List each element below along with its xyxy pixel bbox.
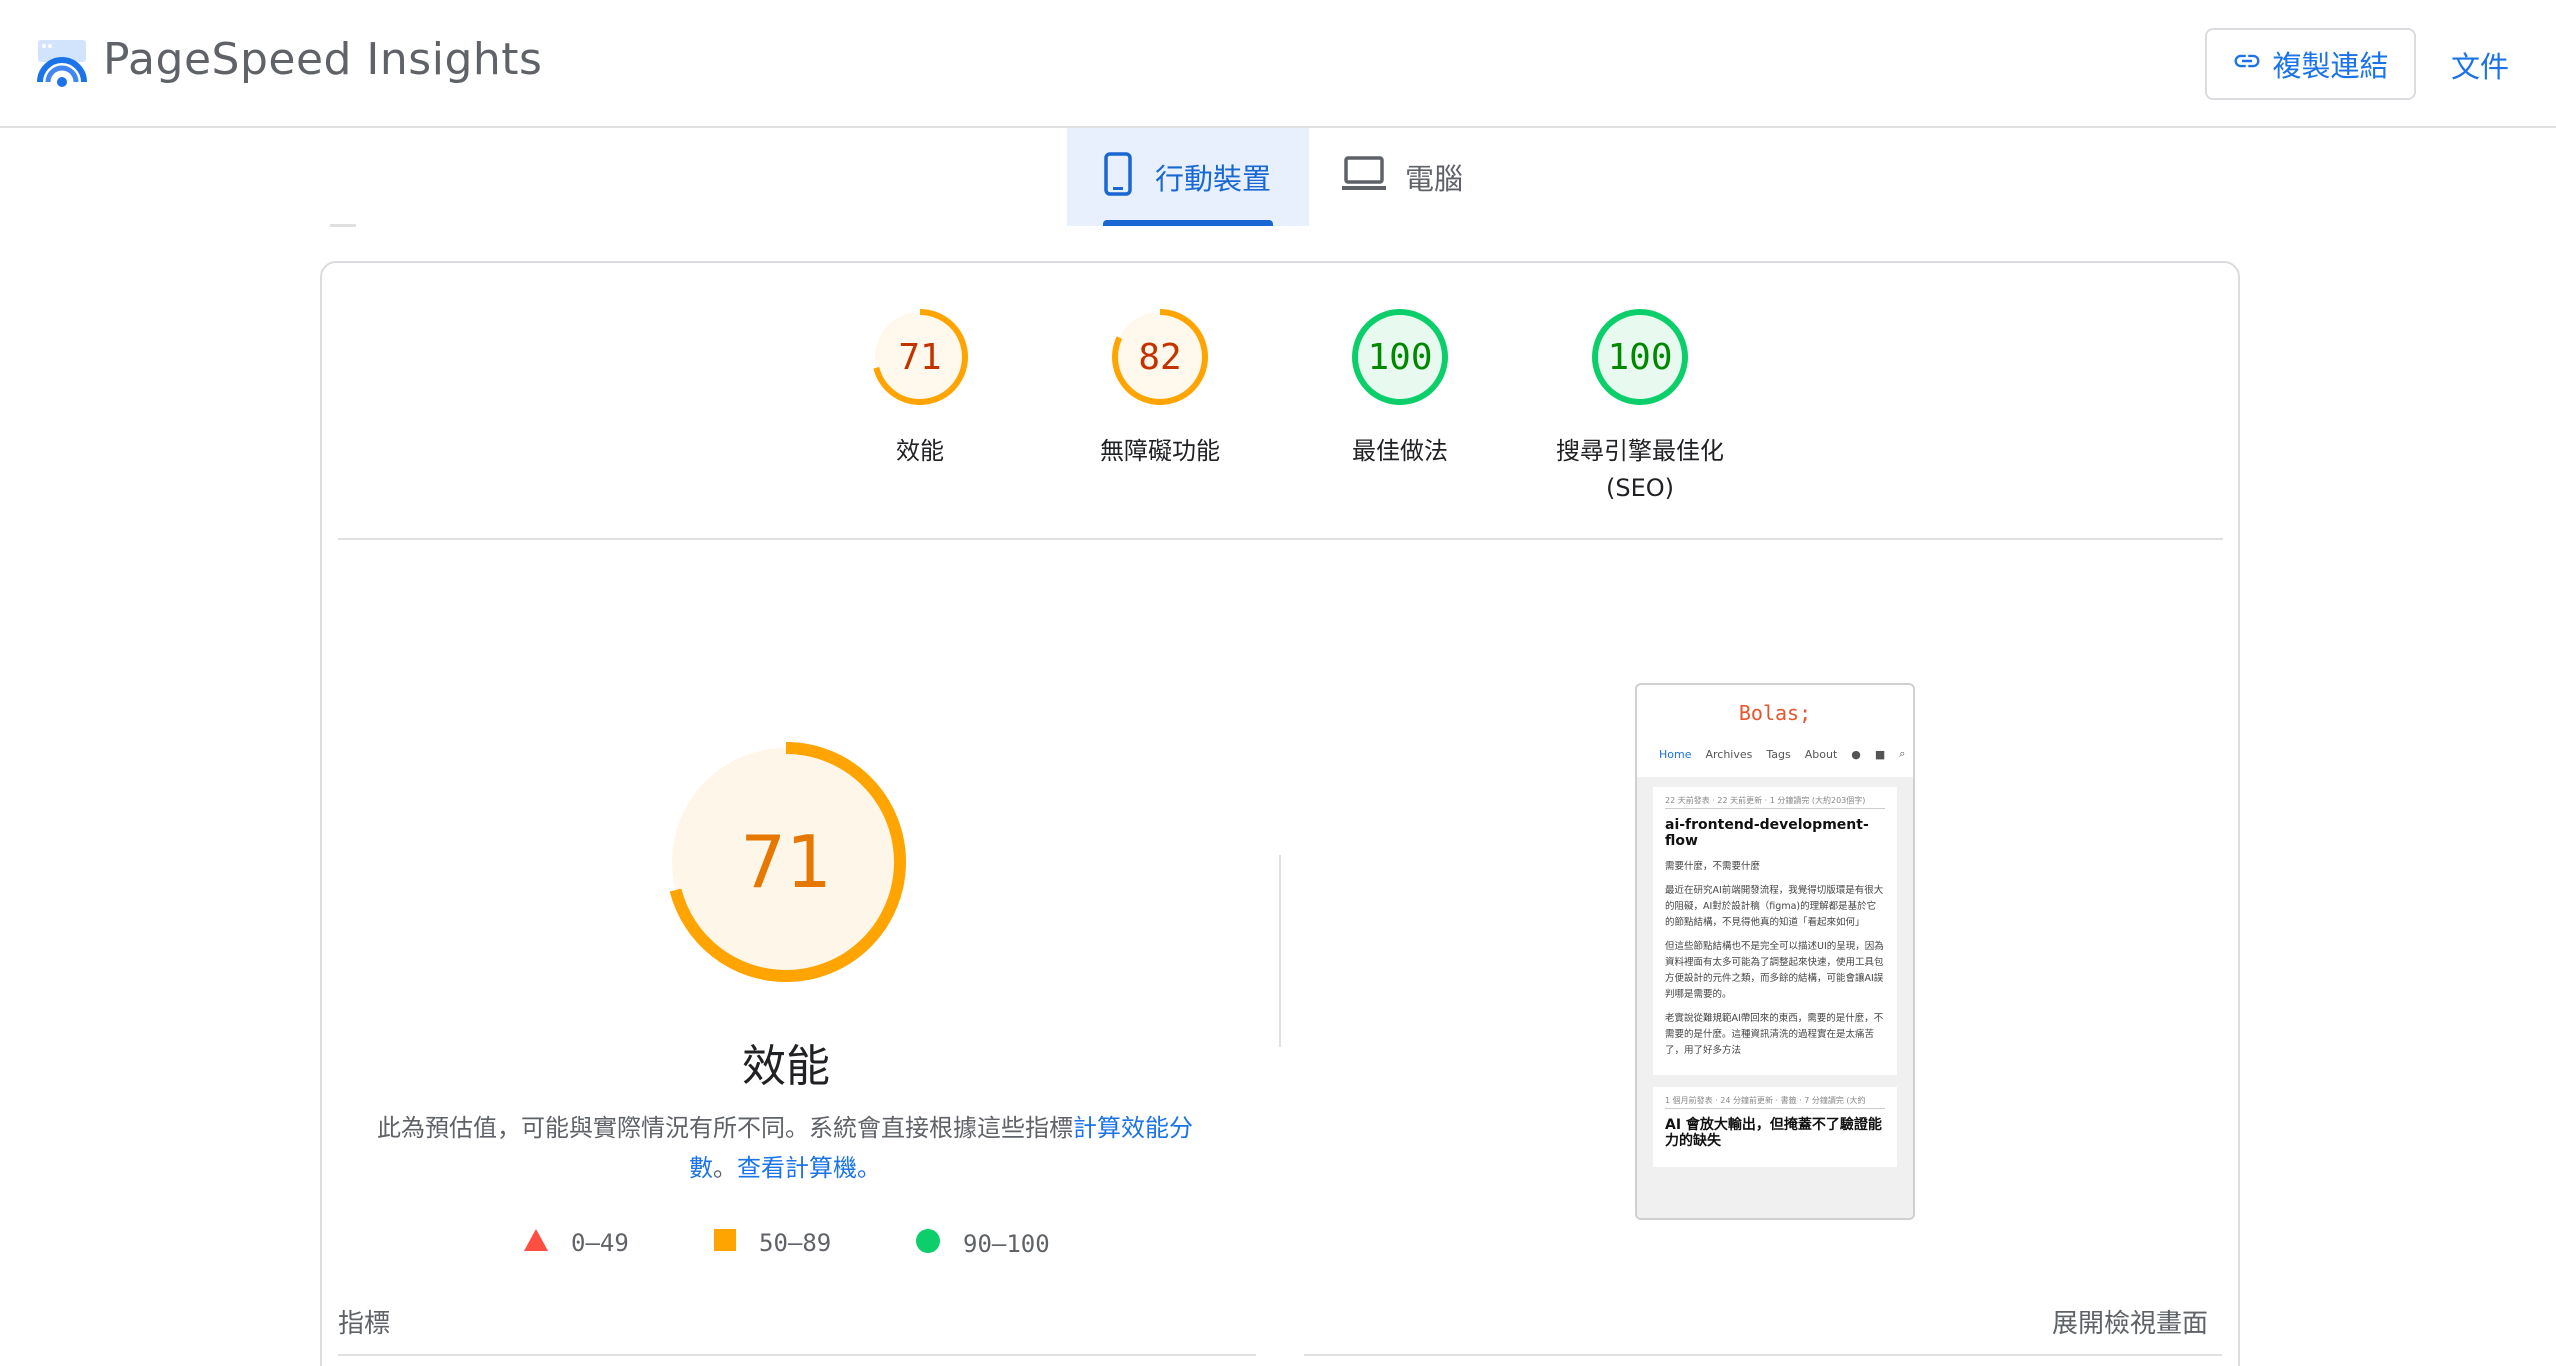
score-gauge-accessibility[interactable]: 82 無障礙功能	[1050, 307, 1270, 471]
preview-post-meta: 1 個月前發表 · 24 分鐘前更新 · 書籤 · 7 分鐘讀完 (大約	[1665, 1095, 1885, 1109]
score-value: 100	[1367, 336, 1433, 378]
tab-mobile-label: 行動裝置	[1155, 162, 1272, 196]
active-tab-indicator	[1103, 220, 1273, 226]
preview-nav-item: Tags	[1766, 747, 1791, 761]
legend-pass: 90–100	[915, 1228, 1050, 1260]
score-value: 100	[1607, 336, 1673, 378]
divider	[1279, 855, 1281, 1047]
desc-separator: 。	[713, 1154, 737, 1182]
seo-label-line1: 搜尋引擎最佳化	[1556, 437, 1724, 465]
score-gauge-best-practices[interactable]: 100 最佳做法	[1290, 307, 1510, 471]
report-card	[320, 261, 2240, 1366]
legend-range: 90–100	[963, 1230, 1050, 1258]
docs-link[interactable]: 文件	[2451, 44, 2509, 86]
preview-logo: Bolas;	[1738, 701, 1812, 725]
tab-mobile[interactable]: 行動裝置	[1067, 128, 1309, 226]
preview-post: 1 個月前發表 · 24 分鐘前更新 · 書籤 · 7 分鐘讀完 (大約 AI …	[1653, 1087, 1897, 1167]
preview-body: 22 天前發表 · 22 天前更新 · 1 分鐘讀完 (大約203個字) ai-…	[1637, 777, 1913, 1218]
tab-desktop-label: 電腦	[1405, 162, 1464, 196]
preview-post-text: 老實說從難規範AI帶回來的東西，需要的是什麼，不需要的是什麼。這種資訊清洗的過程…	[1665, 1013, 1884, 1056]
search-icon: ⌕	[1899, 747, 1906, 760]
legend-range: 50–89	[759, 1229, 832, 1257]
page-screenshot-preview[interactable]: Bolas; Home Archives Tags About ● ■ ⌕ 22…	[1635, 683, 1915, 1220]
top-header: PageSpeed Insights 複製連結 文件	[0, 0, 2556, 128]
pagespeed-logo-icon[interactable]	[36, 38, 88, 90]
github-icon: ●	[1851, 747, 1861, 761]
seo-label-line2: (SEO)	[1605, 474, 1674, 502]
triangle-icon	[523, 1228, 549, 1258]
desc-end: 。	[857, 1154, 881, 1182]
preview-post: 22 天前發表 · 22 天前更新 · 1 分鐘讀完 (大約203個字) ai-…	[1653, 787, 1897, 1075]
divider	[338, 538, 2223, 540]
score-gauge-performance[interactable]: 71 效能	[810, 307, 1030, 471]
tab-desktop[interactable]: 電腦	[1341, 128, 1521, 226]
circle-icon	[915, 1228, 941, 1260]
preview-post-text: 但這些節點結構也不是完全可以描述UI的呈現，因為資料裡面有太多可能為了調整起來快…	[1665, 941, 1884, 1000]
calculator-link[interactable]: 查看計算機	[737, 1154, 857, 1182]
score-value: 71	[898, 336, 942, 378]
divider	[330, 224, 356, 227]
score-label: 無障礙功能	[1100, 437, 1220, 465]
score-gauge-seo[interactable]: 100 搜尋引擎最佳化 (SEO)	[1530, 307, 1750, 505]
performance-score-value: 71	[740, 820, 832, 904]
preview-post-text: 需要什麼，不需要什麼	[1665, 861, 1761, 872]
metrics-heading: 指標	[338, 1309, 391, 1339]
divider	[338, 1354, 1256, 1356]
legend-average: 50–89	[713, 1228, 831, 1258]
preview-nav: Home Archives Tags About ● ■ ⌕	[1637, 725, 1913, 761]
score-value: 82	[1138, 336, 1182, 378]
score-label: 最佳做法	[1352, 437, 1448, 465]
laptop-icon	[1341, 155, 1387, 199]
copy-link-label: 複製連結	[2272, 49, 2389, 83]
app-title[interactable]: PageSpeed Insights	[103, 34, 542, 85]
preview-post-title: AI 會放大輸出，但掩蓋不了驗證能力的缺失	[1665, 1117, 1882, 1149]
desc-text: 此為預估值，可能與實際情況有所不同。系統會直接根據這些指標	[377, 1114, 1073, 1142]
preview-nav-item: About	[1804, 747, 1838, 761]
preview-post-title: ai-frontend-development-flow	[1665, 817, 1869, 849]
preview-nav-item: Home	[1659, 747, 1692, 761]
divider	[1304, 1354, 2222, 1356]
performance-title: 效能	[742, 1041, 830, 1092]
preview-nav-item: Archives	[1705, 747, 1753, 761]
preview-post-meta: 22 天前發表 · 22 天前更新 · 1 分鐘讀完 (大約203個字)	[1665, 795, 1885, 809]
performance-description: 此為預估值，可能與實際情況有所不同。系統會直接根據這些指標計算效能分數。查看計算…	[370, 1108, 1200, 1188]
smartphone-icon	[1103, 151, 1133, 203]
score-label: 搜尋引擎最佳化 (SEO)	[1530, 431, 1750, 505]
book-icon: ■	[1874, 747, 1886, 761]
score-label: 效能	[896, 437, 944, 465]
preview-post-text: 最近在研究AI前端開發流程，我覺得切版環是有很大的阻礙，AI對於設計稿（figm…	[1665, 885, 1884, 928]
legend-range: 0–49	[571, 1229, 629, 1257]
expand-view-toggle[interactable]: 展開檢視畫面	[2052, 1303, 2208, 1340]
copy-link-button[interactable]: 複製連結	[2205, 28, 2416, 100]
square-icon	[713, 1228, 737, 1258]
legend-fail: 0–49	[523, 1228, 629, 1258]
link-icon	[2232, 46, 2262, 83]
